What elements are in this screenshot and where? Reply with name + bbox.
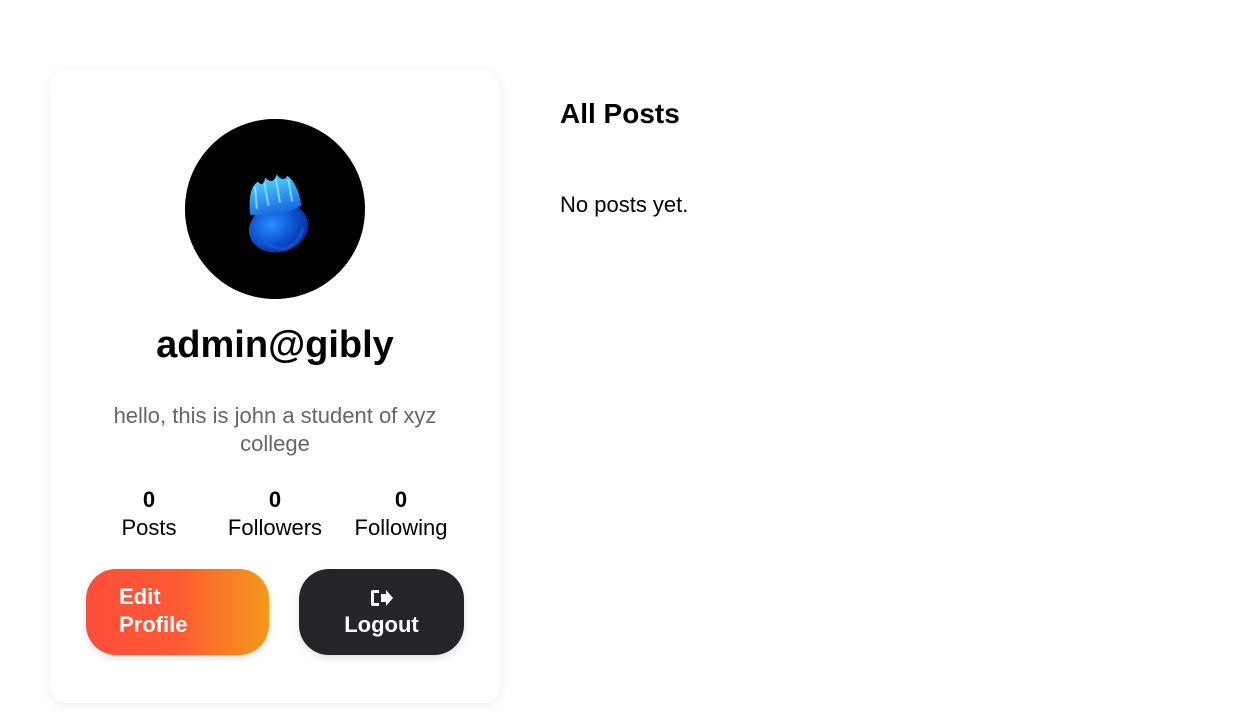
profile-bio: hello, this is john a student of xyz col… bbox=[113, 403, 437, 456]
stat-following-label: Following bbox=[354, 515, 448, 540]
logout-label: Logout bbox=[344, 612, 419, 637]
stat-posts-value: 0 bbox=[142, 487, 156, 512]
jellyfish-avatar-icon bbox=[185, 119, 365, 299]
profile-card: admin@gibly hello, this is john a studen… bbox=[50, 70, 500, 703]
stat-posts[interactable]: 0 Posts bbox=[86, 486, 212, 542]
stat-posts-label: Posts bbox=[121, 515, 177, 540]
stat-following[interactable]: 0 Following bbox=[338, 486, 464, 542]
edit-profile-label: Edit Profile bbox=[119, 584, 188, 637]
stat-followers-label: Followers bbox=[227, 515, 323, 540]
stat-following-value: 0 bbox=[394, 487, 408, 512]
stat-followers[interactable]: 0 Followers bbox=[212, 486, 338, 542]
stat-followers-value: 0 bbox=[268, 487, 282, 512]
profile-stats: 0 Posts 0 Followers 0 Following bbox=[86, 486, 464, 542]
logout-button[interactable]: Logout bbox=[299, 569, 464, 655]
sign-out-icon bbox=[299, 583, 464, 611]
edit-profile-button[interactable]: Edit Profile bbox=[86, 569, 269, 655]
empty-posts-message: No posts yet. bbox=[560, 192, 689, 217]
avatar bbox=[185, 119, 365, 299]
posts-section-title: All Posts bbox=[560, 98, 680, 129]
username: admin@gibly bbox=[156, 324, 394, 366]
